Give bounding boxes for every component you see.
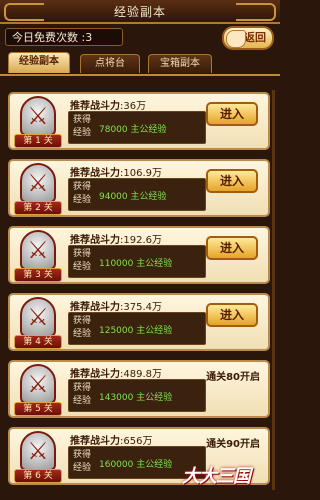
reward-label: 获得经验 — [73, 383, 92, 406]
reward-amount: 94000 主公经验 — [99, 192, 167, 202]
scrollbar-track[interactable] — [272, 90, 275, 490]
stage-label: 第 1 关 — [14, 134, 62, 148]
reward-label: 获得经验 — [73, 450, 92, 473]
unlock-requirement: 通关80开启 — [206, 372, 260, 383]
tab-general-platform[interactable]: 点将台 — [80, 54, 140, 73]
crossed-swords-icon: ⚔ — [27, 437, 49, 465]
pointing-hand-icon — [226, 30, 246, 48]
crossed-swords-icon: ⚔ — [27, 370, 49, 398]
title-bar: 经验副本 — [0, 0, 280, 24]
stage-label: 第 3 关 — [14, 268, 62, 282]
recommended-power: 推荐战斗力:656万 — [70, 436, 153, 447]
reward-label: 获得经验 — [73, 249, 92, 272]
enter-button[interactable]: 进入 — [206, 236, 258, 260]
reward-amount: 143000 主公经验 — [99, 393, 173, 403]
recommended-power: 推荐战斗力:106.9万 — [70, 168, 162, 179]
stage-label: 第 2 关 — [14, 201, 62, 215]
unlock-requirement: 通关90开启 — [206, 439, 260, 450]
game-logo: 大大三国 — [182, 466, 251, 487]
reward-label: 获得经验 — [73, 115, 92, 138]
reward-box: 获得经验 110000 主公经验 — [68, 245, 206, 278]
crossed-swords-icon: ⚔ — [27, 102, 49, 130]
reward-amount: 78000 主公经验 — [99, 125, 167, 135]
enter-button[interactable]: 进入 — [206, 102, 258, 126]
dungeon-card-3: ⚔ 第 3 关 推荐战斗力:192.6万 获得经验 110000 主公经验 进入 — [8, 226, 270, 284]
stage-emblem: ⚔ 第 1 关 — [14, 92, 62, 152]
title-ornament-right — [236, 3, 276, 21]
dungeon-card-4: ⚔ 第 4 关 推荐战斗力:375.4万 获得经验 125000 主公经验 进入 — [8, 293, 270, 351]
stage-emblem: ⚔ 第 3 关 — [14, 226, 62, 286]
reward-amount: 110000 主公经验 — [99, 259, 173, 269]
dungeon-card-5: ⚔ 第 5 关 推荐战斗力:489.8万 获得经验 143000 主公经验 通关… — [8, 360, 270, 418]
recommended-power: 推荐战斗力:375.4万 — [70, 302, 162, 313]
enter-button[interactable]: 进入 — [206, 303, 258, 327]
stage-label: 第 5 关 — [14, 402, 62, 416]
reward-amount: 125000 主公经验 — [99, 326, 173, 336]
tab-treasure-dungeon[interactable]: 宝箱副本 — [148, 54, 212, 73]
crossed-swords-icon: ⚔ — [27, 236, 49, 264]
reward-box: 获得经验 94000 主公经验 — [68, 178, 206, 211]
reward-box: 获得经验 78000 主公经验 — [68, 111, 206, 144]
stage-emblem: ⚔ 第 6 关 — [14, 427, 62, 487]
crossed-swords-icon: ⚔ — [27, 303, 49, 331]
recommended-power: 推荐战斗力:36万 — [70, 101, 147, 112]
reward-box: 获得经验 125000 主公经验 — [68, 312, 206, 345]
tab-exp-dungeon[interactable]: 经验副本 — [8, 52, 70, 73]
free-attempts-counter: 今日免费次数 :3 — [5, 28, 123, 46]
tab-bar: 经验副本 点将台 宝箱副本 — [0, 52, 280, 76]
dungeon-card-1: ⚔ 第 1 关 推荐战斗力:36万 获得经验 78000 主公经验 进入 — [8, 92, 270, 150]
reward-label: 获得经验 — [73, 316, 92, 339]
back-button[interactable]: 返回 — [222, 26, 274, 50]
stage-label: 第 6 关 — [14, 469, 62, 483]
enter-button[interactable]: 进入 — [206, 169, 258, 193]
recommended-power: 推荐战斗力:192.6万 — [70, 235, 162, 246]
recommended-power: 推荐战斗力:489.8万 — [70, 369, 162, 380]
reward-label: 获得经验 — [73, 182, 92, 205]
back-button-label: 返回 — [244, 31, 266, 44]
stage-emblem: ⚔ 第 4 关 — [14, 293, 62, 353]
stage-emblem: ⚔ 第 2 关 — [14, 159, 62, 219]
reward-box: 获得经验 143000 主公经验 — [68, 379, 206, 412]
stage-label: 第 4 关 — [14, 335, 62, 349]
dungeon-card-2: ⚔ 第 2 关 推荐战斗力:106.9万 获得经验 94000 主公经验 进入 — [8, 159, 270, 217]
crossed-swords-icon: ⚔ — [27, 169, 49, 197]
stage-emblem: ⚔ 第 5 关 — [14, 360, 62, 420]
reward-amount: 160000 主公经验 — [99, 460, 173, 470]
